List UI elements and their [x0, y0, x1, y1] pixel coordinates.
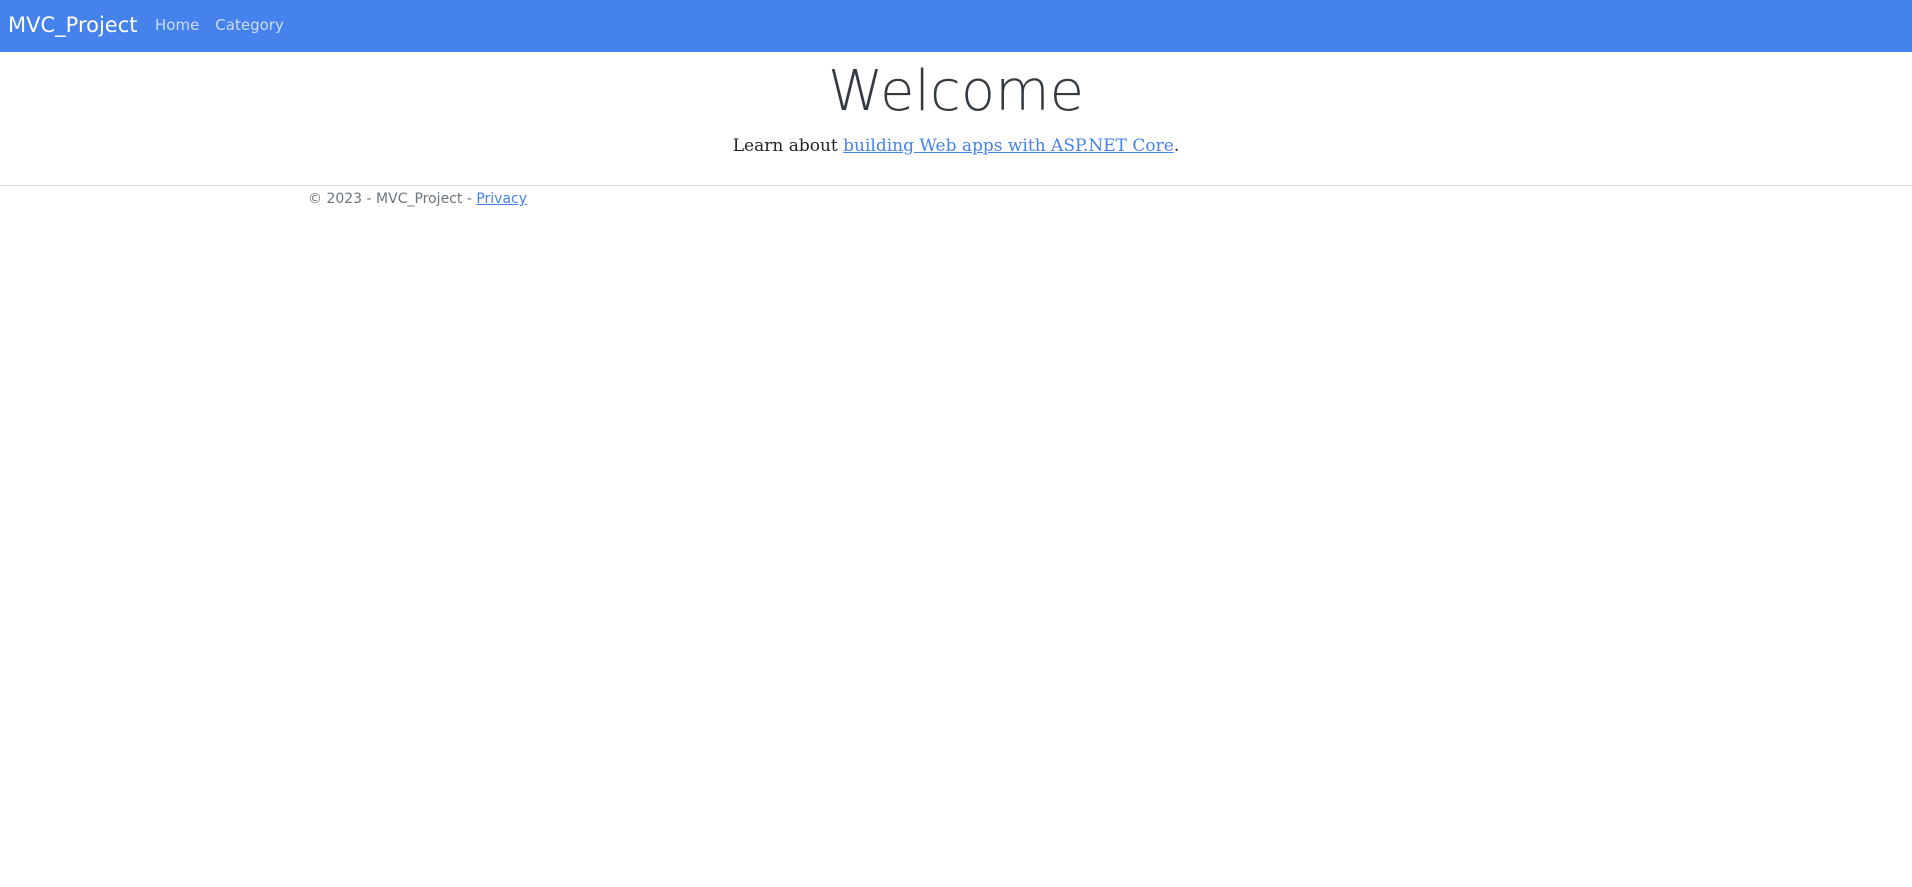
lead-prefix: Learn about — [732, 136, 844, 156]
aspnet-docs-link[interactable]: building Web apps with ASP.NET Core — [843, 136, 1174, 156]
nav-menu: Home Category — [155, 15, 284, 35]
lead-text: Learn about building Web apps with ASP.N… — [0, 134, 1912, 158]
nav-link-home[interactable]: Home — [155, 16, 199, 34]
nav-item-home: Home — [155, 15, 199, 35]
brand-link[interactable]: MVC_Project — [8, 11, 138, 39]
footer-divider — [0, 185, 1912, 186]
footer-copyright: © 2023 - MVC_Project - — [308, 191, 477, 207]
top-navbar: MVC_Project Home Category — [0, 0, 1912, 52]
page-title: Welcome — [827, 59, 1085, 124]
main-content: Welcome Learn about building Web apps wi… — [0, 52, 1912, 158]
privacy-link[interactable]: Privacy — [476, 191, 527, 207]
page-footer: © 2023 - MVC_Project - Privacy — [308, 189, 527, 209]
nav-item-category: Category — [215, 15, 284, 35]
lead-suffix: . — [1173, 136, 1180, 156]
nav-link-category[interactable]: Category — [215, 16, 284, 34]
